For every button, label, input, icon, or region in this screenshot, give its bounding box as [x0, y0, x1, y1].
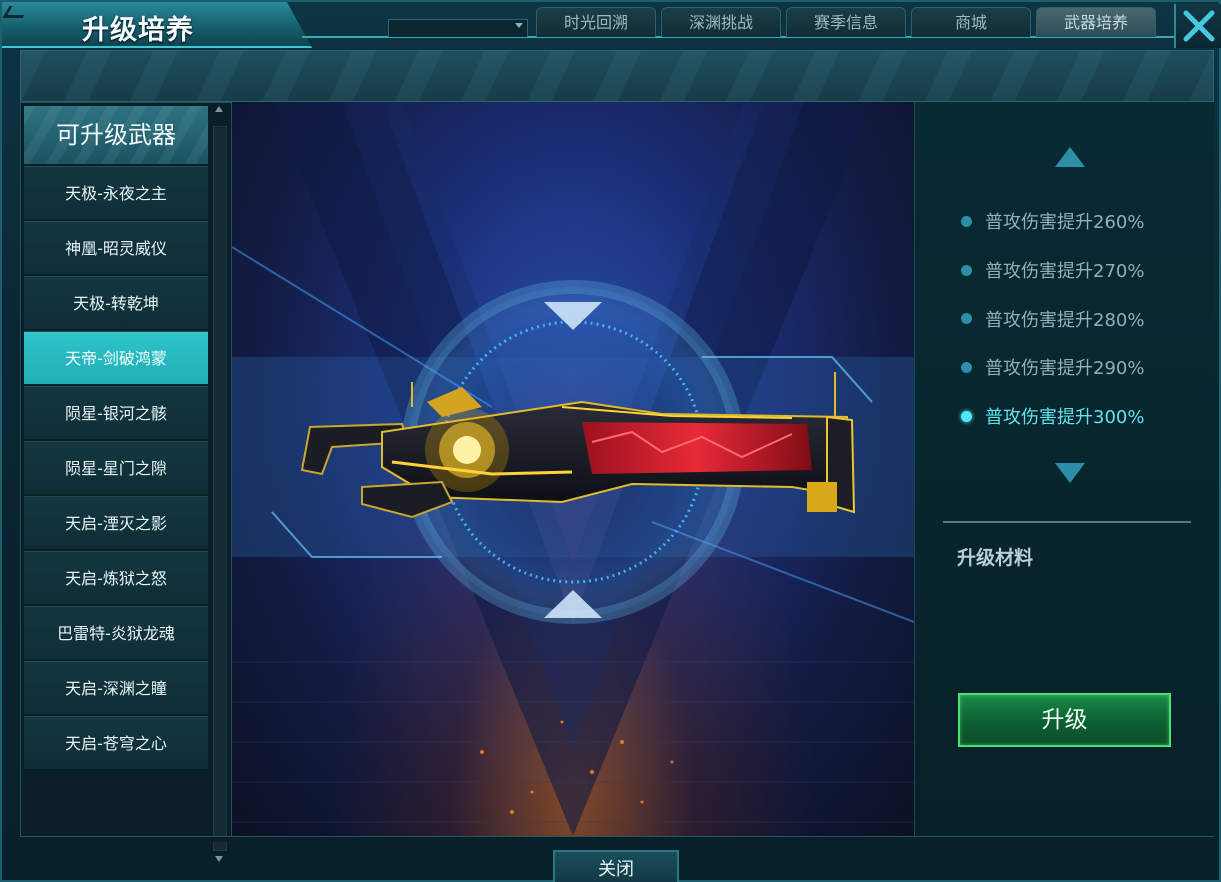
weapon-item[interactable]: 陨星-星门之隙 — [24, 441, 208, 494]
divider — [943, 521, 1191, 523]
weapon-item[interactable]: 陨星-银河之骸 — [24, 386, 208, 439]
bottom-edge — [20, 836, 1214, 842]
tab-time-rewind[interactable]: 时光回溯 — [536, 7, 656, 37]
dropdown-stub[interactable] — [388, 19, 528, 37]
level-row: 普攻伤害提升260% — [961, 197, 1144, 246]
nav-tabs: 时光回溯 深渊挑战 赛季信息 商城 武器培养 — [536, 7, 1161, 37]
close-window-button[interactable] — [1174, 4, 1221, 48]
level-up-arrow-icon[interactable] — [1055, 147, 1085, 167]
weapon-item[interactable]: 天启-湮灭之影 — [24, 496, 208, 549]
level-label: 普攻伤害提升280% — [985, 309, 1145, 331]
upgrade-window: 升级培养 时光回溯 深渊挑战 赛季信息 商城 武器培养 可升级武器 天极-永夜之… — [0, 0, 1221, 882]
level-label: 普攻伤害提升270% — [985, 261, 1145, 283]
bullet-dot-icon — [961, 410, 972, 422]
bullet-dot-icon — [961, 264, 972, 276]
level-row: 普攻伤害提升280% — [961, 294, 1144, 343]
materials-label: 升级材料 — [957, 547, 1034, 569]
level-label: 普攻伤害提升260% — [985, 212, 1145, 234]
tab-weapon-upgrade[interactable]: 武器培养 — [1036, 7, 1156, 37]
close-button[interactable]: 关闭 — [553, 850, 679, 882]
bullet-dot-icon — [961, 361, 972, 373]
weapon-item[interactable]: 天启-苍穹之心 — [24, 716, 208, 769]
level-row: 普攻伤害提升270% — [961, 246, 1144, 295]
level-row-current: 普攻伤害提升300% — [961, 392, 1144, 441]
window-title: 升级培养 — [82, 15, 194, 46]
scroll-thumb[interactable] — [214, 128, 226, 850]
chevron-down-icon — [515, 23, 523, 28]
corner-decoration — [2, 6, 30, 18]
level-row: 普攻伤害提升290% — [961, 343, 1144, 392]
weapon-list-header: 可升级武器 — [24, 106, 208, 164]
weapon-item-selected[interactable]: 天帝-剑破鸿蒙 — [24, 331, 208, 384]
scroll-up-icon[interactable] — [215, 106, 223, 112]
level-label: 普攻伤害提升300% — [985, 407, 1145, 429]
weapon-item[interactable]: 天启-深渊之瞳 — [24, 661, 208, 714]
close-x-icon — [1183, 10, 1215, 42]
upgrade-levels: 普攻伤害提升260% 普攻伤害提升270% 普攻伤害提升280% 普攻伤害提升2… — [961, 197, 1144, 440]
weapon-item[interactable]: 天极-永夜之主 — [24, 166, 208, 219]
scroll-down-icon[interactable] — [215, 856, 223, 862]
title-tab: 升级培养 — [2, 2, 312, 48]
weapon-item[interactable]: 天极-转乾坤 — [24, 276, 208, 329]
weapon-item[interactable]: 巴雷特-炎狱龙魂 — [24, 606, 208, 659]
tab-shop[interactable]: 商城 — [911, 7, 1031, 37]
bullet-dot-icon — [961, 215, 972, 227]
tab-season-info[interactable]: 赛季信息 — [786, 7, 906, 37]
weapon-preview-art — [232, 102, 914, 836]
weapon-list: 天极-永夜之主 神凰-昭灵威仪 天极-转乾坤 天帝-剑破鸿蒙 陨星-银河之骸 陨… — [24, 166, 208, 771]
tab-abyss-challenge[interactable]: 深渊挑战 — [661, 7, 781, 37]
upgrade-button[interactable]: 升级 — [958, 693, 1171, 747]
bullet-dot-icon — [961, 313, 972, 325]
weapon-list-scrollbar[interactable] — [212, 106, 228, 866]
weapon-item[interactable]: 神凰-昭灵威仪 — [24, 221, 208, 274]
level-label: 普攻伤害提升290% — [985, 358, 1145, 380]
header-banner — [20, 50, 1214, 102]
weapon-list-panel: 可升级武器 天极-永夜之主 神凰-昭灵威仪 天极-转乾坤 天帝-剑破鸿蒙 陨星-… — [20, 102, 232, 862]
upgrade-info-panel: 普攻伤害提升260% 普攻伤害提升270% 普攻伤害提升280% 普攻伤害提升2… — [914, 102, 1214, 836]
level-down-arrow-icon[interactable] — [1055, 463, 1085, 483]
weapon-preview — [232, 102, 914, 836]
weapon-item[interactable]: 天启-炼狱之怒 — [24, 551, 208, 604]
